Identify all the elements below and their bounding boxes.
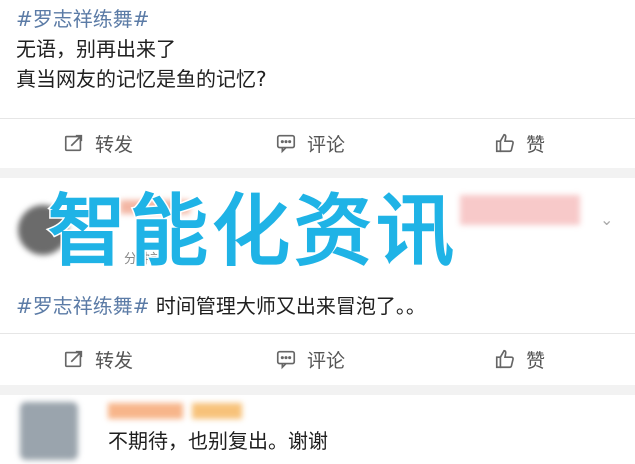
- post2-text: #罗志祥练舞# 时间管理大师又出来冒泡了。。: [16, 291, 426, 321]
- comment-label: 评论: [307, 133, 346, 156]
- like-button[interactable]: 赞: [494, 336, 545, 382]
- post1-action-bar: 转发 评论 赞: [0, 120, 635, 166]
- post1-line2: 真当网友的记忆是鱼的记忆?: [16, 67, 267, 91]
- repost-label: 转发: [95, 349, 134, 372]
- divider: [0, 118, 635, 119]
- comment-label: 评论: [307, 349, 346, 372]
- header-decoration: [460, 195, 580, 225]
- chevron-down-icon[interactable]: ⌄: [600, 210, 613, 229]
- comment-text: 不期待，也别复出。谢谢: [108, 429, 328, 453]
- repost-icon: [64, 134, 83, 152]
- post2-hashtag[interactable]: #罗志祥练舞#: [16, 294, 150, 318]
- repost-icon: [64, 350, 83, 368]
- post1-line1: 无语，别再出来了: [16, 37, 176, 61]
- like-label: 赞: [526, 133, 546, 156]
- repost-label: 转发: [95, 133, 134, 156]
- like-label: 赞: [526, 349, 546, 372]
- comment-button[interactable]: 评论: [275, 336, 345, 382]
- comment-button[interactable]: 评论: [275, 120, 345, 166]
- like-button[interactable]: 赞: [494, 120, 545, 166]
- section-separator: [0, 385, 635, 395]
- comment-icon: [276, 350, 296, 370]
- repost-button[interactable]: 转发: [63, 336, 133, 382]
- commenter-avatar[interactable]: [20, 402, 78, 460]
- post1-text: #罗志祥练舞# 无语，别再出来了 真当网友的记忆是鱼的记忆?: [16, 4, 267, 94]
- thumbs-up-icon: [495, 133, 514, 153]
- commenter-name-blur: [108, 403, 183, 419]
- commenter-badge-blur: [192, 403, 242, 419]
- divider: [0, 333, 635, 334]
- section-separator: [0, 168, 635, 178]
- thumbs-up-icon: [495, 349, 514, 369]
- repost-button[interactable]: 转发: [63, 120, 133, 166]
- watermark: 智能化资讯: [46, 186, 459, 279]
- post2-body: 时间管理大师又出来冒泡了。。: [155, 294, 426, 318]
- comment-icon: [276, 134, 296, 154]
- post2-action-bar: 转发 评论 赞: [0, 336, 635, 382]
- post1-hashtag[interactable]: #罗志祥练舞#: [16, 4, 267, 34]
